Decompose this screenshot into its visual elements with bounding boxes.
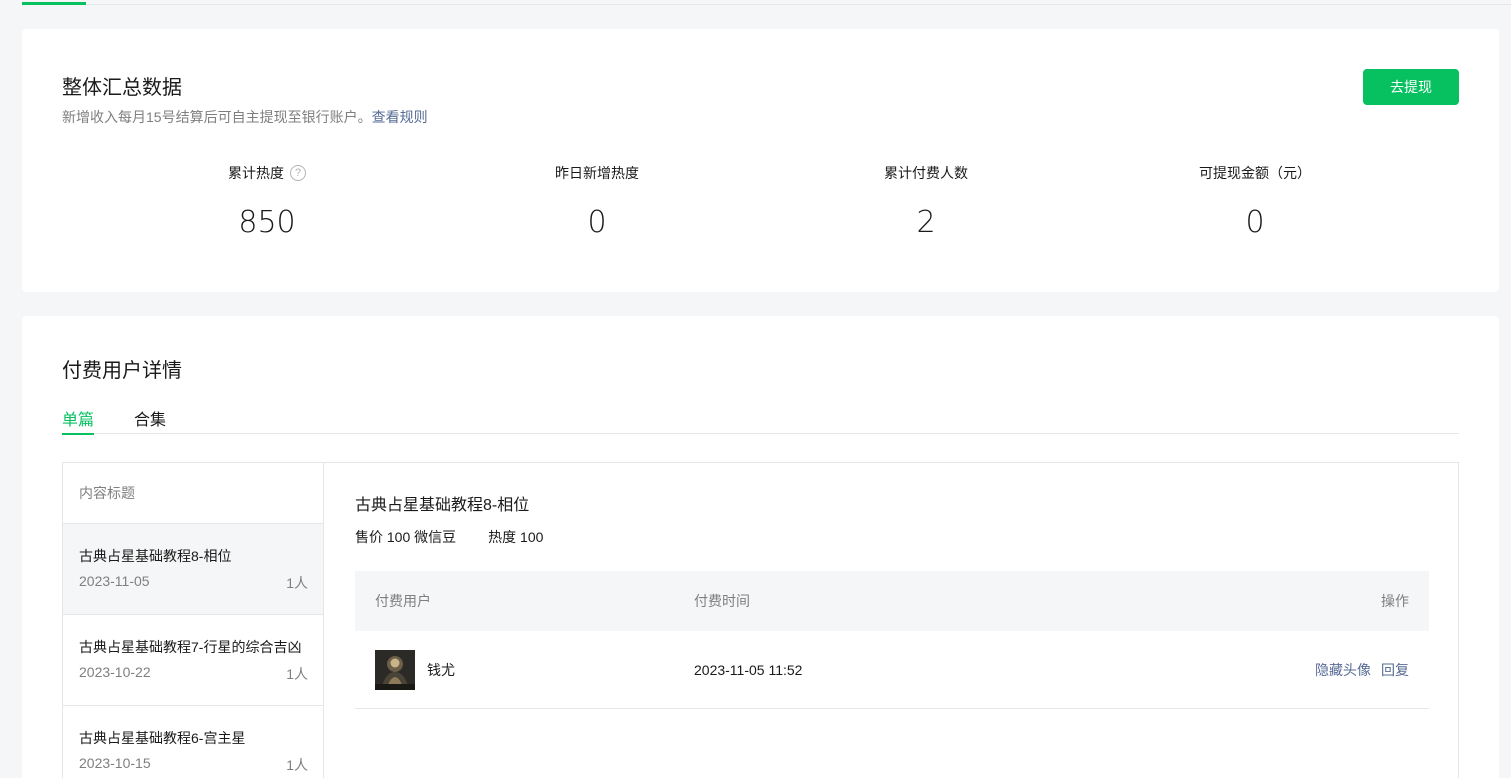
list-item[interactable]: 古典占星基础教程8-相位 2023-11-05 1人 — [63, 524, 323, 615]
list-item-title: 古典占星基础教程8-相位 — [79, 548, 232, 564]
list-item-title: 古典占星基础教程7-行星的综合吉凶 — [79, 639, 302, 655]
list-item[interactable]: 古典占星基础教程6-宫主星 2023-10-15 1人 — [63, 706, 323, 778]
detail-panel: 内容标题 古典占星基础教程8-相位 2023-11-05 1人 古典占星基础教程… — [62, 462, 1459, 778]
summary-description: 新增收入每月15号结算后可自主提现至银行账户。查看规则 — [62, 107, 428, 127]
stat-label: 累计热度 — [228, 165, 284, 181]
list-item-date: 2023-11-05 — [79, 573, 150, 589]
stat-label: 可提现金额（元） — [1199, 165, 1311, 181]
list-item-count: 1人 — [286, 575, 308, 591]
column-header-user: 付费用户 — [375, 593, 431, 609]
column-header-ops: 操作 — [1381, 593, 1409, 609]
list-item[interactable]: 古典占星基础教程7-行星的综合吉凶 2023-10-22 1人 — [63, 615, 323, 706]
content-type-tabs: 单篇 合集 — [62, 406, 1459, 435]
selected-article-meta: 售价 100 微信豆 热度 100 — [355, 527, 543, 547]
summary-description-text: 新增收入每月15号结算后可自主提现至银行账户。 — [62, 109, 372, 125]
tab-collection[interactable]: 合集 — [134, 406, 166, 434]
list-item-title: 古典占星基础教程6-宫主星 — [79, 730, 246, 746]
pay-time: 2023-11-05 11:52 — [694, 661, 803, 678]
withdraw-button[interactable]: 去提现 — [1363, 69, 1459, 105]
heat-text: 热度 100 — [488, 529, 544, 545]
selected-content-detail: 古典占星基础教程8-相位 售价 100 微信豆 热度 100 付费用户 付费时间 … — [325, 463, 1459, 778]
top-tab-strip — [22, 0, 1511, 5]
column-header-time: 付费时间 — [694, 593, 750, 609]
content-list-header: 内容标题 — [63, 463, 323, 524]
help-icon[interactable]: ? — [290, 165, 306, 181]
stat-value: 0 — [1245, 205, 1265, 240]
table-header: 付费用户 付费时间 操作 — [355, 571, 1429, 631]
stat-value: 0 — [587, 205, 607, 240]
stat-withdrawable-amount: 可提现金额（元） 0 — [1090, 163, 1420, 240]
summary-title: 整体汇总数据 — [62, 77, 182, 99]
summary-card: 整体汇总数据 新增收入每月15号结算后可自主提现至银行账户。查看规则 去提现 累… — [22, 29, 1499, 292]
reply-link[interactable]: 回复 — [1381, 662, 1409, 678]
hide-avatar-link[interactable]: 隐藏头像 — [1315, 662, 1371, 678]
tab-single[interactable]: 单篇 — [62, 406, 95, 435]
list-item-count: 1人 — [286, 666, 308, 682]
paying-users-title: 付费用户详情 — [62, 360, 182, 382]
stat-total-payers: 累计付费人数 2 — [761, 163, 1091, 240]
top-tab-active-indicator — [22, 2, 86, 5]
stat-value: 2 — [916, 205, 936, 240]
list-item-count: 1人 — [286, 757, 308, 773]
stat-label: 累计付费人数 — [884, 165, 968, 181]
avatar — [375, 649, 415, 690]
stat-label: 昨日新增热度 — [555, 165, 639, 181]
paying-users-card: 付费用户详情 单篇 合集 内容标题 古典占星基础教程8-相位 2023-11-0… — [22, 316, 1499, 778]
price-text: 售价 100 微信豆 — [355, 529, 457, 545]
list-item-date: 2023-10-22 — [79, 664, 151, 680]
paying-users-table: 付费用户 付费时间 操作 钱尤 2023-11-05 11:52 隐藏头像 回复 — [355, 571, 1429, 709]
stat-value: 850 — [238, 205, 296, 240]
table-row: 钱尤 2023-11-05 11:52 隐藏头像 回复 — [355, 631, 1429, 709]
stat-total-heat: 累计热度 ? 850 — [102, 163, 432, 240]
stat-yesterday-heat: 昨日新增热度 0 — [432, 163, 762, 240]
view-rules-link[interactable]: 查看规则 — [372, 109, 428, 125]
payer-name: 钱尤 — [427, 661, 455, 678]
list-item-date: 2023-10-15 — [79, 755, 151, 771]
content-list: 内容标题 古典占星基础教程8-相位 2023-11-05 1人 古典占星基础教程… — [63, 463, 324, 778]
selected-article-title: 古典占星基础教程8-相位 — [355, 497, 530, 514]
stats-row: 累计热度 ? 850 昨日新增热度 0 累计付费人数 2 可提现金额（元） 0 — [102, 163, 1422, 243]
